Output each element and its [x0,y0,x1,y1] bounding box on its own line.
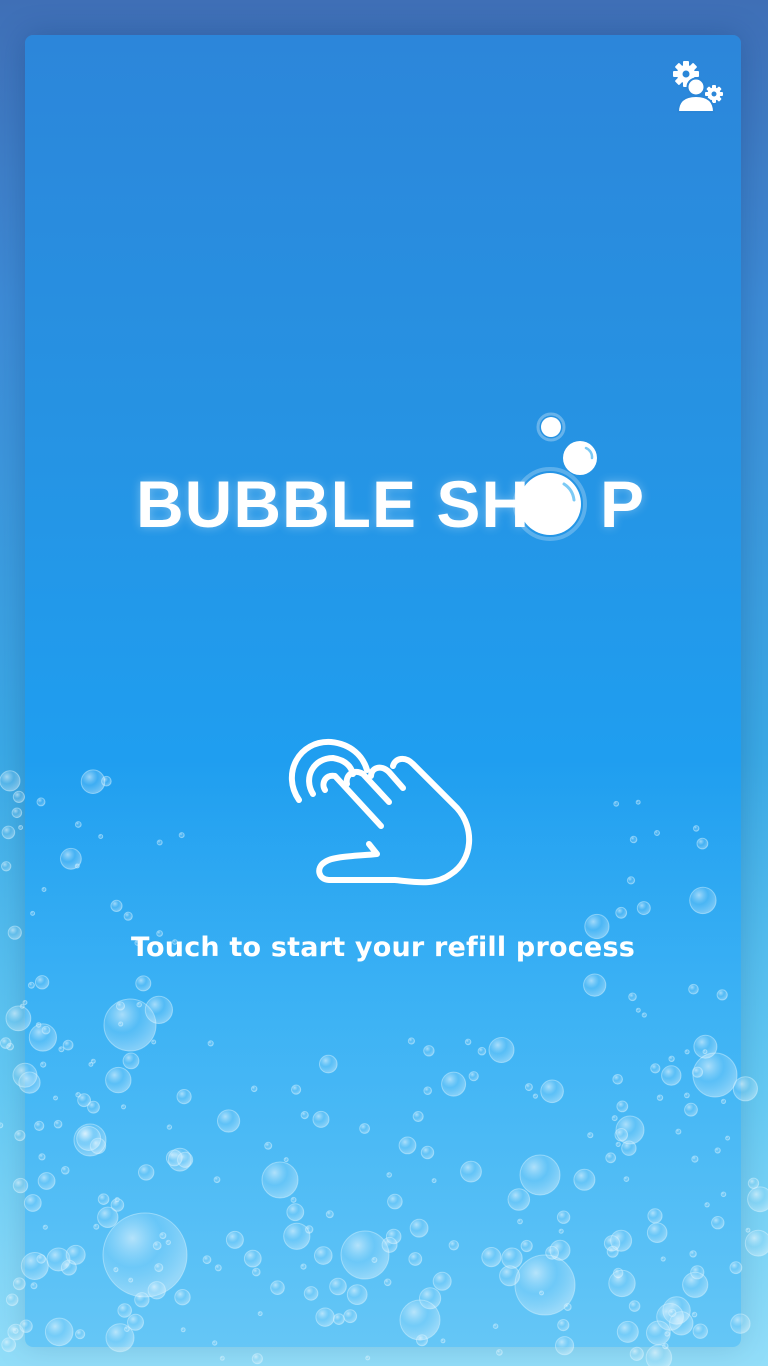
foam-bubble [1,1337,17,1353]
foam-bubble [219,1355,225,1361]
foam-bubble [0,770,21,792]
foam-bubble [744,1229,768,1257]
logo-bubbles-icon [513,412,597,541]
foam-bubble [7,1323,24,1341]
admin-settings-button[interactable] [670,58,726,116]
foam-bubble [12,790,25,804]
foam-bubble [496,1349,503,1356]
foam-bubble [14,1130,26,1142]
start-refill-touch-area[interactable]: Touch to start your refill process [25,700,741,1020]
bubble-shop-logo: BUBBLE SH P [128,408,648,548]
foam-bubble [365,1355,371,1361]
foam-bubble [1,825,16,840]
foam-bubble [18,825,24,830]
foam-bubble [0,1122,4,1129]
touch-prompt-text: Touch to start your refill process [131,932,635,963]
foam-bubble [629,1346,644,1362]
foam-bubble [12,1277,26,1291]
foam-bubble [12,1327,19,1334]
touch-hand-icon [288,738,472,886]
foam-bubble [1,861,12,872]
foam-bubble [11,807,23,819]
foam-bubble [0,1037,12,1049]
foam-bubble [745,1227,751,1233]
foam-bubble [6,1042,15,1051]
foam-bubble [645,1344,673,1366]
foam-bubble [7,925,22,940]
user-settings-icon [673,61,723,113]
kiosk-screen [25,35,741,1347]
foam-bubble [251,1353,263,1365]
foam-bubble [19,1003,25,1009]
foam-bubble [747,1186,768,1213]
foam-bubble [747,1177,760,1190]
foam-bubble [5,1293,19,1307]
